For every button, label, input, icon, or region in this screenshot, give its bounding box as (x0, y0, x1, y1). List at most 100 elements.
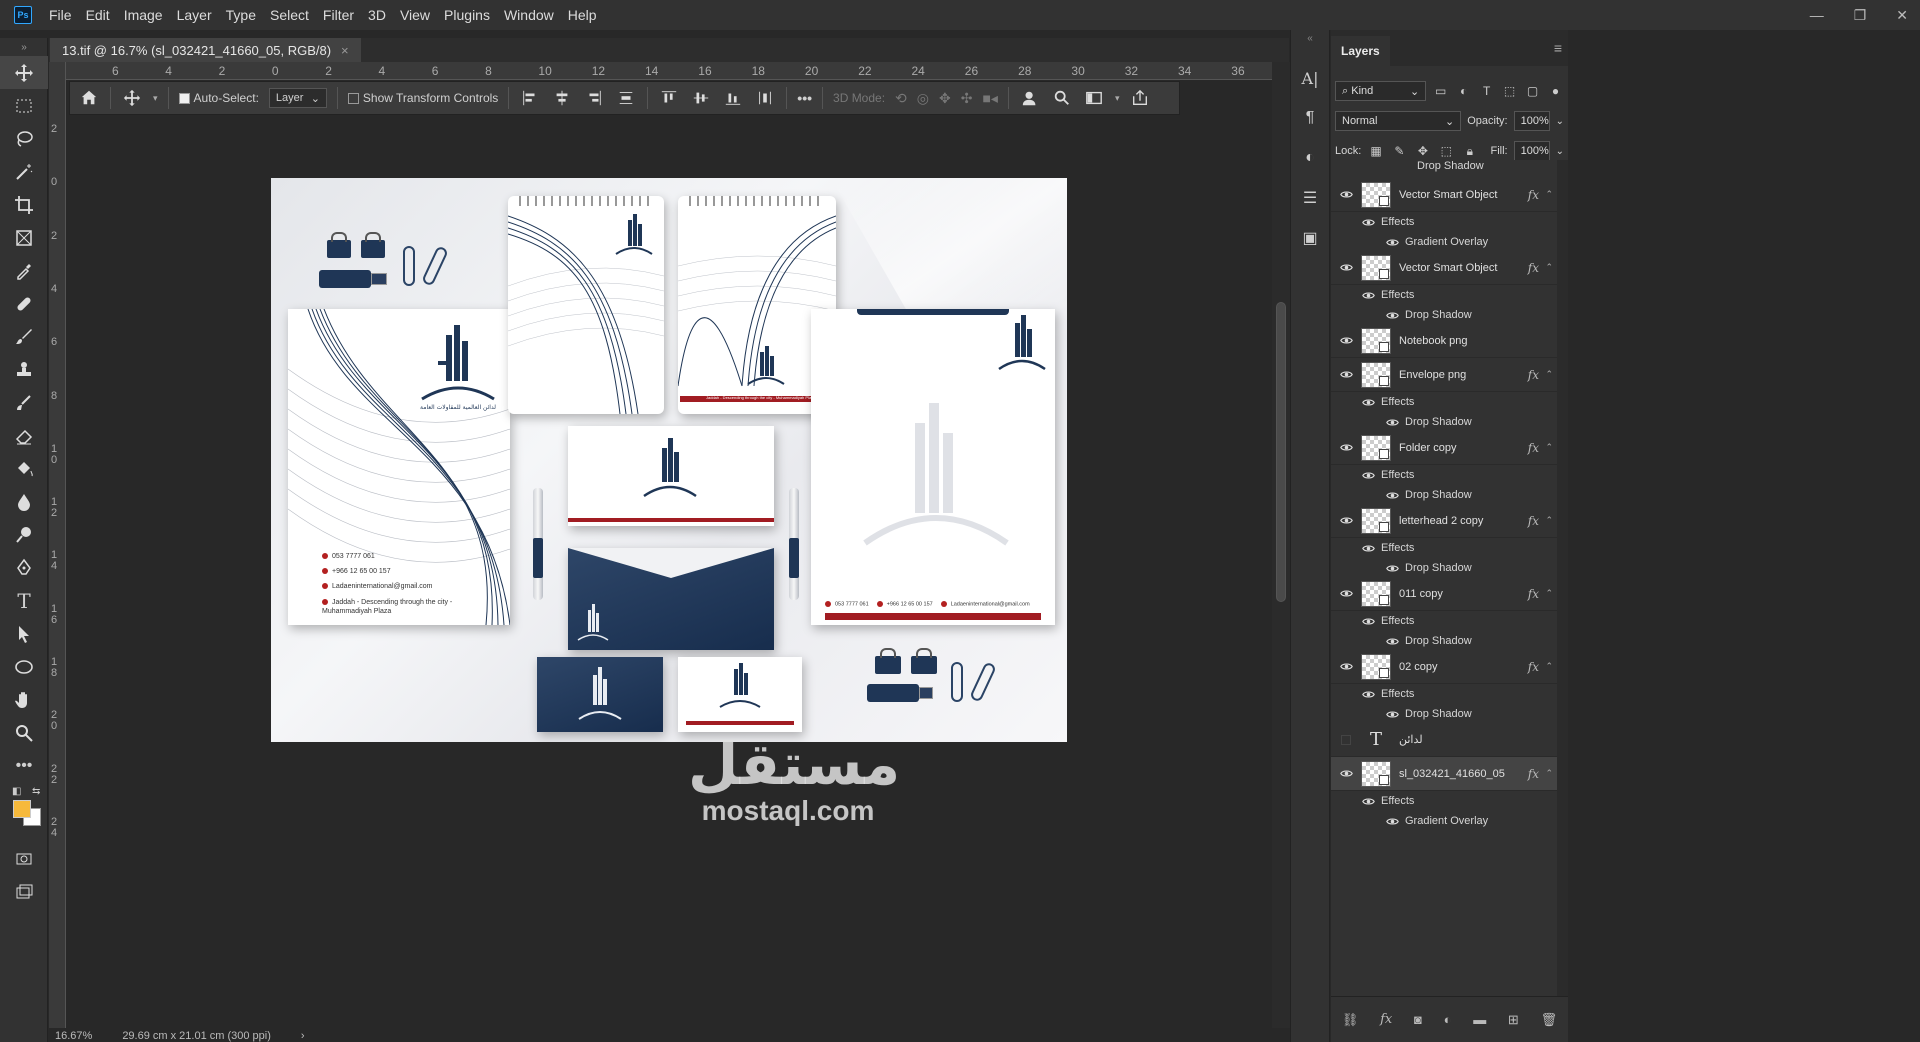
effects-header-row[interactable]: Effects (1331, 791, 1557, 811)
effect-row[interactable]: Drop Shadow (1331, 305, 1557, 325)
effect-visibility-eye-icon[interactable] (1331, 236, 1405, 249)
effects-header-row[interactable]: Effects (1331, 538, 1557, 558)
effects-toggle-icon[interactable]: ⌃ (1545, 442, 1553, 453)
healing-brush-icon[interactable] (0, 287, 48, 320)
distribute-vertical-icon[interactable] (615, 87, 637, 109)
layer-row[interactable]: 011 copy fx ⌃ (1331, 577, 1557, 611)
effect-visibility-eye-icon[interactable] (1331, 635, 1405, 648)
align-left-icon[interactable] (519, 87, 541, 109)
effects-header-row[interactable]: Effects (1331, 392, 1557, 412)
zoom-level[interactable]: 16.67% (55, 1030, 92, 1042)
effects-header-row[interactable]: Effects (1331, 212, 1557, 232)
layer-fx-icon[interactable]: fx (1528, 188, 1539, 202)
effect-visibility-eye-icon[interactable] (1331, 562, 1405, 575)
effect-row[interactable]: Gradient Overlay (1331, 811, 1557, 831)
visibility-toggle-off[interactable] (1331, 734, 1361, 745)
layer-name[interactable]: Vector Smart Object (1399, 262, 1497, 274)
more-tools-icon[interactable]: ••• (0, 749, 48, 782)
effects-toggle-icon[interactable]: ⌃ (1545, 768, 1553, 779)
effects-toggle-icon[interactable]: ⌃ (1545, 515, 1553, 526)
layer-name[interactable]: Vector Smart Object (1399, 189, 1497, 201)
layer-row[interactable]: Envelope png fx ⌃ (1331, 358, 1557, 392)
layer-name[interactable]: 02 copy (1399, 661, 1438, 673)
move-tool-icon[interactable] (121, 87, 143, 109)
move-tool-icon[interactable] (0, 56, 48, 89)
properties-panel-icon[interactable]: ☰ (1291, 178, 1329, 218)
vertical-scrollbar[interactable] (1272, 62, 1290, 1028)
visibility-eye-icon[interactable] (1331, 334, 1361, 347)
foreground-color-swatch[interactable] (13, 800, 31, 818)
effects-visibility-eye-icon[interactable] (1331, 216, 1381, 229)
visibility-eye-icon[interactable] (1331, 441, 1361, 454)
layers-scrollbar[interactable] (1557, 160, 1568, 996)
menu-layer[interactable]: Layer (170, 0, 219, 30)
layer-name[interactable]: Envelope png (1399, 369, 1466, 381)
new-group-icon[interactable]: ▬ (1473, 1012, 1486, 1027)
swap-colors-icon[interactable]: ⇆ (32, 786, 40, 797)
frame-tool-icon[interactable] (0, 221, 48, 254)
opacity-input[interactable]: 100% (1513, 111, 1550, 131)
effect-visibility-eye-icon[interactable] (1331, 416, 1405, 429)
lasso-tool-icon[interactable] (0, 122, 48, 155)
show-transform-controls-checkbox[interactable]: Show Transform Controls (347, 91, 498, 105)
effects-header-row[interactable]: Effects (1331, 465, 1557, 485)
effect-row[interactable]: Drop Shadow (1331, 558, 1557, 578)
eyedropper-icon[interactable] (0, 254, 48, 287)
align-center-icon[interactable] (551, 87, 573, 109)
filter-adjustment-icon[interactable]: ◐ (1455, 82, 1472, 100)
lock-artboard-icon[interactable]: ⬚ (1438, 142, 1455, 160)
export-icon[interactable] (1129, 87, 1151, 109)
align-bottom-icon[interactable] (722, 87, 744, 109)
filter-smart-object-icon[interactable]: ▢ (1524, 82, 1541, 100)
effects-visibility-eye-icon[interactable] (1331, 542, 1381, 555)
share-user-icon[interactable] (1019, 87, 1041, 109)
layer-fx-icon[interactable]: fx (1528, 441, 1539, 455)
lock-paint-icon[interactable]: ✎ (1391, 142, 1408, 160)
menu-help[interactable]: Help (561, 0, 604, 30)
effects-visibility-eye-icon[interactable] (1331, 396, 1381, 409)
effect-row[interactable]: Gradient Overlay (1331, 232, 1557, 252)
panel-menu-icon[interactable]: ≡ (1548, 40, 1568, 66)
effect-row[interactable]: Drop Shadow (1331, 704, 1557, 724)
visibility-eye-icon[interactable] (1331, 587, 1361, 600)
add-mask-icon[interactable]: ◙ (1414, 1012, 1422, 1027)
layer-row[interactable]: letterhead 2 copy fx ⌃ (1331, 504, 1557, 538)
paint-bucket-icon[interactable] (0, 452, 48, 485)
layer-row[interactable]: Notebook png (1331, 324, 1557, 358)
more-options-button[interactable]: ••• (797, 90, 812, 106)
close-icon[interactable]: ✕ (1896, 7, 1908, 24)
layer-row[interactable]: 02 copy fx ⌃ (1331, 650, 1557, 684)
tool-preset-chevron-icon[interactable]: ▾ (153, 93, 158, 104)
effects-toggle-icon[interactable]: ⌃ (1545, 588, 1553, 599)
distribute-horizontal-icon[interactable] (754, 87, 776, 109)
menu-plugins[interactable]: Plugins (437, 0, 497, 30)
lock-all-icon[interactable]: 🔒︎ (1461, 142, 1478, 160)
blur-tool-icon[interactable] (0, 485, 48, 518)
layer-row[interactable]: Folder copy fx ⌃ (1331, 431, 1557, 465)
filter-kind-select[interactable]: ⌕ Kind ⌄ (1335, 81, 1427, 101)
marquee-tool-icon[interactable] (0, 89, 48, 122)
eraser-icon[interactable] (0, 419, 48, 452)
menu-filter[interactable]: Filter (316, 0, 361, 30)
new-layer-icon[interactable]: ⊞ (1508, 1012, 1519, 1028)
effects-visibility-eye-icon[interactable] (1331, 289, 1381, 302)
history-brush-icon[interactable] (0, 386, 48, 419)
adjustments-panel-icon[interactable]: ◐ (1291, 138, 1329, 178)
ellipse-tool-icon[interactable] (0, 650, 48, 683)
layer-row[interactable]: Vector Smart Object fx ⌃ (1331, 178, 1557, 212)
screen-mode-icon[interactable] (0, 875, 48, 908)
effects-header-row[interactable]: Effects (1331, 684, 1557, 704)
lock-transparent-icon[interactable]: ▦ (1367, 142, 1384, 160)
crop-tool-icon[interactable] (0, 188, 48, 221)
effects-toggle-icon[interactable]: ⌃ (1545, 262, 1553, 273)
checkbox-checked[interactable] (178, 93, 190, 105)
menu-image[interactable]: Image (117, 0, 170, 30)
filter-toggle-icon[interactable]: ● (1547, 82, 1564, 100)
filter-type-icon[interactable]: T (1478, 82, 1495, 100)
effects-visibility-eye-icon[interactable] (1331, 615, 1381, 628)
zoom-tool-icon[interactable] (0, 716, 48, 749)
home-icon[interactable] (78, 87, 100, 109)
character-panel-icon[interactable]: A| (1291, 58, 1329, 98)
dodge-tool-icon[interactable] (0, 518, 48, 551)
workspace-chevron-icon[interactable]: ▾ (1115, 93, 1120, 104)
